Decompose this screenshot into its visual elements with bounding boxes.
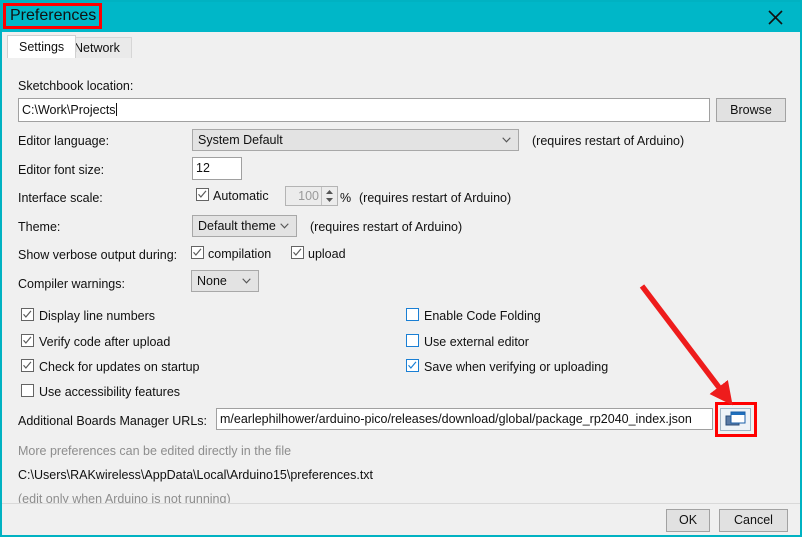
interface-scale-note: (requires restart of Arduino) [359, 191, 512, 205]
close-button[interactable] [760, 5, 790, 29]
checkmark-icon [23, 336, 32, 344]
dialog-footer: OK Cancel [2, 503, 800, 535]
automatic-scale-checkbox[interactable] [196, 188, 209, 201]
preferences-file-path: C:\Users\RAKwireless\AppData\Local\Ardui… [18, 468, 374, 482]
theme-value: Default theme [198, 219, 276, 233]
stepper-arrows[interactable] [321, 187, 337, 205]
compiler-warnings-label: Compiler warnings: [18, 277, 125, 291]
verify-code-after-upload-checkbox[interactable] [21, 334, 34, 347]
check-updates-startup-label: Check for updates on startup [39, 360, 200, 374]
browse-button[interactable]: Browse [716, 98, 786, 122]
editor-language-note: (requires restart of Arduino) [532, 134, 685, 148]
verbose-output-label: Show verbose output during: [18, 248, 178, 262]
interface-scale-value: 100 [298, 189, 319, 203]
windows-cascade-icon [725, 411, 746, 426]
use-accessibility-features-checkbox[interactable] [21, 384, 34, 397]
chevron-down-icon [242, 278, 251, 284]
checkmark-icon [408, 361, 417, 369]
display-line-numbers-checkbox[interactable] [21, 308, 34, 321]
verbose-compilation-label: compilation [208, 247, 272, 261]
use-external-editor-label: Use external editor [424, 335, 529, 349]
compiler-warnings-value: None [197, 274, 227, 288]
verbose-upload-checkbox[interactable] [291, 246, 304, 259]
theme-select[interactable]: Default theme [192, 215, 297, 237]
save-when-verifying-label: Save when verifying or uploading [424, 360, 609, 374]
display-line-numbers-label: Display line numbers [39, 309, 156, 323]
percent-label: % [340, 191, 352, 205]
close-x-icon [767, 9, 783, 25]
enable-code-folding-label: Enable Code Folding [424, 309, 541, 323]
tab-strip: Settings Network [2, 32, 800, 59]
use-accessibility-features-label: Use accessibility features [39, 385, 181, 399]
preferences-dialog: Preferences Settings Network Sketchbook … [0, 0, 802, 537]
boards-manager-urls-edit-button[interactable] [720, 408, 751, 431]
verbose-upload-label: upload [308, 247, 346, 261]
check-updates-startup-checkbox[interactable] [21, 359, 34, 372]
editor-font-size-label: Editor font size: [18, 163, 105, 177]
boards-manager-urls-input[interactable]: m/earlephilhower/arduino-pico/releases/d… [216, 408, 713, 430]
boards-manager-urls-label: Additional Boards Manager URLs: [18, 414, 207, 428]
sketchbook-location-label: Sketchbook location: [18, 79, 134, 93]
verify-code-after-upload-label: Verify code after upload [39, 335, 171, 349]
checkmark-icon [23, 361, 32, 369]
text-caret [115, 103, 117, 116]
editor-font-size-input[interactable]: 12 [192, 157, 242, 180]
save-when-verifying-checkbox[interactable] [406, 359, 419, 372]
editor-language-label: Editor language: [18, 134, 110, 148]
editor-language-select[interactable]: System Default [192, 129, 519, 151]
verbose-compilation-checkbox[interactable] [191, 246, 204, 259]
tab-settings[interactable]: Settings [7, 35, 77, 58]
interface-scale-stepper[interactable]: 100 [285, 186, 338, 206]
interface-scale-label: Interface scale: [18, 191, 103, 205]
chevron-down-icon [280, 223, 289, 229]
checkmark-icon [293, 248, 302, 256]
ok-button[interactable]: OK [666, 509, 710, 532]
compiler-warnings-select[interactable]: None [191, 270, 259, 292]
window-title: Preferences [10, 7, 97, 24]
more-preferences-note: More preferences can be edited directly … [18, 444, 292, 458]
theme-label: Theme: [18, 220, 61, 234]
checkmark-icon [198, 190, 207, 198]
enable-code-folding-checkbox[interactable] [406, 308, 419, 321]
checkmark-icon [193, 248, 202, 256]
theme-note: (requires restart of Arduino) [310, 220, 463, 234]
cancel-button[interactable]: Cancel [719, 509, 788, 532]
chevron-down-icon [502, 137, 511, 143]
sketchbook-location-value: C:\Work\Projects [22, 103, 116, 117]
spinner-arrows-icon [326, 190, 333, 202]
title-bar: Preferences [2, 2, 800, 32]
editor-language-value: System Default [198, 133, 283, 147]
sketchbook-location-input[interactable]: C:\Work\Projects [18, 98, 710, 122]
use-external-editor-checkbox[interactable] [406, 334, 419, 347]
automatic-scale-label: Automatic [213, 189, 269, 203]
settings-panel: Sketchbook location: C:\Work\Projects Br… [2, 58, 800, 506]
checkmark-icon [23, 310, 32, 318]
